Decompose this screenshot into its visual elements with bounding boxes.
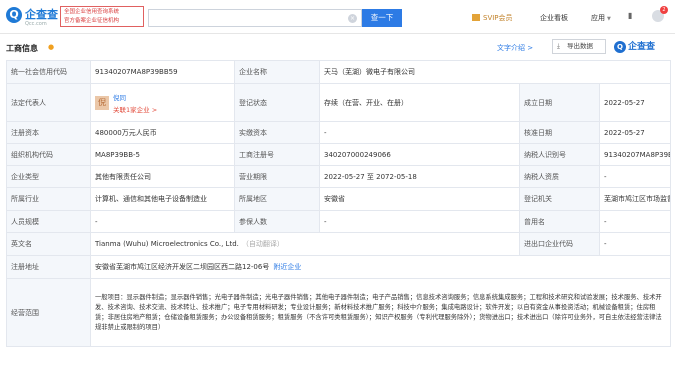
search-button[interactable]: 查一下 [362,9,402,27]
value-reg-capital: 480000万元人民币 [90,121,235,144]
label-business-term: 营业期限 [234,165,320,188]
value-industry: 计算机、通信和其他电子设备制造业 [90,187,235,211]
label-company-type: 企业类型 [6,165,91,188]
address-cell: 安徽省芜湖市鸠江区经济开发区二坝园区西二路12-06号 附近企业 [89,255,672,279]
value-address[interactable]: 安徽省芜湖市鸠江区经济开发区二坝园区西二路12-06号 [95,263,269,271]
label-reg-number: 工商注册号 [234,143,320,166]
value-region: 安徽省 [319,187,520,211]
label-region: 所属地区 [234,187,320,211]
related-companies-link[interactable]: 关联1家企业 > [113,104,157,114]
english-name-cell: Tianma (Wuhu) Microelectronics Co., Ltd.… [90,232,520,256]
label-reg-authority: 登记机关 [519,187,600,211]
business-info-table: 统一社会信用代码 91340207MA8P39BB59 企业名称 天马（芜湖）微… [6,60,672,347]
value-reg-authority: 芜湖市鸠江区市场监督管理局 [598,187,672,211]
panel-title: 工商信息 [6,44,38,53]
label-legal-rep: 法定代表人 [6,83,91,122]
table-row: 经营范围 一般项目：显示器件制造；显示器件销售；光电子器件制造；光电子器件销售；… [6,278,672,347]
table-row: 英文名 Tianma (Wuhu) Microelectronics Co., … [6,232,672,256]
qcc-brand-icon: Q [614,41,626,53]
qcc-brand: Q 企查查 [614,39,655,53]
label-reg-status: 登记状态 [234,83,320,122]
banner-line-2: 官方备案企业征信机构 [64,18,120,24]
nearby-companies-link[interactable]: 附近企业 [273,263,301,271]
banner-line-1: 全国企业信用查询系统 [64,9,120,15]
search-input[interactable]: × [148,9,362,27]
count-dot: ● [48,43,55,51]
credit-banner: 全国企业信用查询系统 官方备案企业征信机构 [60,6,144,27]
table-row: 注册资本 480000万元人民币 实缴资本 - 核准日期 2022-05-27 [6,121,672,144]
logo-text[interactable]: 企查查 [25,6,58,22]
table-row: 法定代表人 倪 倪同关联1家企业 > 登记状态 存续（在营、开业、在册） 成立日… [6,83,672,122]
enterprise-kanban-link[interactable]: 企业看板 [540,13,568,23]
label-reg-capital: 注册资本 [6,121,91,144]
business-info-panel: 工商信息 ● 文字介绍 > 导出数据 Q企查查 统一社会信用代码 9134020… [0,34,675,374]
label-credit-code: 统一社会信用代码 [6,60,91,84]
value-taxpayer-id[interactable]: 91340207MA8P39BB59 [598,143,672,166]
label-staff-size: 人员规模 [6,210,91,233]
value-former-name: - [598,210,672,233]
label-english-name: 英文名 [6,232,91,256]
kanban-label: 企业看板 [540,14,568,22]
label-former-name: 曾用名 [519,210,600,233]
value-found-date: 2022-05-27 [598,83,672,122]
table-row: 人员规模 - 参保人数 - 曾用名 - [6,210,672,233]
value-credit-code[interactable]: 91340207MA8P39BB59 [90,60,235,84]
apps-label: 应用 [591,14,605,22]
label-found-date: 成立日期 [519,83,600,122]
rep-avatar[interactable]: 倪 [95,95,109,110]
label-insured: 参保人数 [234,210,320,233]
value-insured: - [319,210,520,233]
table-row: 组织机构代码 MA8P39BB-5 工商注册号 340207000249066 … [6,143,672,166]
label-org-code: 组织机构代码 [6,143,91,166]
bell-icon[interactable]: ▮ [628,11,635,21]
chevron-down-icon: ▼ [607,16,611,22]
svip-link[interactable]: SVIP会员 [472,13,513,23]
value-company-name[interactable]: 天马（芜湖）微电子有限公司 [318,60,672,84]
export-label: 导出数据 [567,42,593,50]
label-paid-capital: 实缴资本 [234,121,320,144]
notification-badge: 2 [660,6,668,14]
value-staff-size: - [90,210,235,233]
value-taxpayer-qual: - [598,165,672,188]
value-org-code[interactable]: MA8P39BB-5 [90,143,235,166]
value-reg-status: 存续（在营、开业、在册） [319,83,520,122]
value-business-term: 2022-05-27 至 2072-05-18 [319,165,520,188]
value-english-name[interactable]: Tianma (Wuhu) Microelectronics Co., Ltd. [95,240,239,248]
label-taxpayer-qual: 纳税人资质 [519,165,600,188]
value-business-scope: 一般项目：显示器件制造；显示器件销售；光电子器件制造；光电子器件销售；其他电子器… [89,278,672,347]
logo-subtext: Qcc.com [25,21,47,27]
qcc-logo-icon[interactable]: Q [6,7,22,23]
table-row: 统一社会信用代码 91340207MA8P39BB59 企业名称 天马（芜湖）微… [6,60,672,84]
label-business-scope: 经营范围 [6,278,91,347]
rep-name-link[interactable]: 倪同 [113,92,157,102]
label-address: 注册地址 [6,255,91,279]
value-paid-capital: - [319,121,520,144]
value-import-export: - [598,232,672,256]
label-import-export: 进出口企业代码 [519,232,600,256]
label-industry: 所属行业 [6,187,91,211]
table-row: 企业类型 其他有限责任公司 营业期限 2022-05-27 至 2072-05-… [6,165,672,188]
legal-rep-cell: 倪 倪同关联1家企业 > [90,83,235,122]
clear-icon[interactable]: × [348,14,357,23]
table-row: 注册地址 安徽省芜湖市鸠江区经济开发区二坝园区西二路12-06号 附近企业 [6,255,672,279]
label-company-name: 企业名称 [234,60,320,84]
top-bar: Q 企查查 Qcc.com 全国企业信用查询系统 官方备案企业征信机构 × 查一… [0,0,675,34]
value-approve-date: 2022-05-27 [598,121,672,144]
table-row: 所属行业 计算机、通信和其他电子设备制造业 所属地区 安徽省 登记机关 芜湖市鸠… [6,187,672,211]
text-intro-link[interactable]: 文字介绍 > [497,43,533,53]
auto-translate-note: （自动翻译） [241,240,284,248]
apps-menu[interactable]: 应用 ▼ [591,13,611,23]
export-button[interactable]: 导出数据 [552,39,606,54]
value-company-type: 其他有限责任公司 [90,165,235,188]
label-taxpayer-id: 纳税人识别号 [519,143,600,166]
brand-label: 企查查 [628,42,656,52]
value-reg-number[interactable]: 340207000249066 [319,143,520,166]
label-approve-date: 核准日期 [519,121,600,144]
